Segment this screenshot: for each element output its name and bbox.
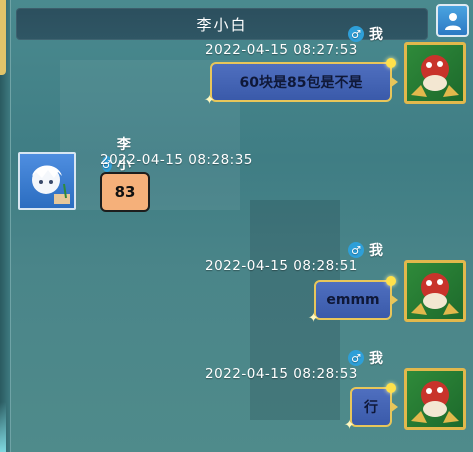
person-icon: [444, 12, 461, 30]
message-timestamp: 2022-04-15 08:27:53: [205, 42, 358, 58]
panel-tab-highlight: [0, 0, 6, 75]
message-bubble: 行 ✦: [344, 383, 398, 433]
message-sender: ♂ 我: [348, 348, 383, 368]
bubble-tail: [390, 294, 398, 306]
bubble-tail: [390, 401, 398, 413]
message-timestamp: 2022-04-15 08:28:51: [205, 258, 358, 274]
sender-name: 我: [369, 27, 383, 43]
sparkle-icon: ✦: [204, 93, 215, 108]
avatar[interactable]: [404, 260, 466, 322]
message-bubble: 60块是85包是不是 ✦: [204, 58, 398, 108]
avatar-image-icon: [32, 165, 70, 204]
male-icon: ♂: [348, 26, 364, 42]
avatar[interactable]: [18, 152, 76, 210]
message-timestamp: 2022-04-15 08:28:53: [205, 366, 358, 382]
message-sender: ♂ 我: [348, 240, 383, 260]
message-bubble: 83: [100, 172, 150, 212]
bubble-sparkle-dot: [386, 58, 396, 68]
sender-name: 我: [369, 351, 383, 367]
message-text: emmm: [326, 292, 380, 308]
male-icon: ♂: [348, 350, 364, 366]
sparkle-icon: ✦: [344, 418, 355, 433]
bubble-tail: [390, 76, 398, 88]
male-icon: ♂: [348, 242, 364, 258]
bubble-sparkle-dot: [386, 383, 396, 393]
avatar-image-icon: [411, 55, 459, 97]
message-bubble: emmm ✦: [308, 276, 398, 326]
avatar-image-icon: [411, 273, 459, 315]
bubble-sparkle-dot: [386, 276, 396, 286]
message-sender: ♂ 我: [348, 24, 383, 44]
message-text: 60块是85包是不是: [239, 75, 363, 91]
panel-glow: [0, 402, 6, 452]
avatar[interactable]: [404, 42, 466, 104]
message-timestamp: 2022-04-15 08:28:35: [100, 152, 253, 168]
message-text: 行: [364, 400, 378, 416]
left-panel-edge: [0, 0, 11, 452]
chat-title: 李小白: [196, 15, 248, 34]
profile-button[interactable]: [436, 4, 469, 37]
avatar-image-icon: [411, 381, 459, 423]
sparkle-icon: ✦: [308, 311, 319, 326]
avatar[interactable]: [404, 368, 466, 430]
message-text: 83: [114, 183, 136, 201]
sender-name: 我: [369, 243, 383, 259]
